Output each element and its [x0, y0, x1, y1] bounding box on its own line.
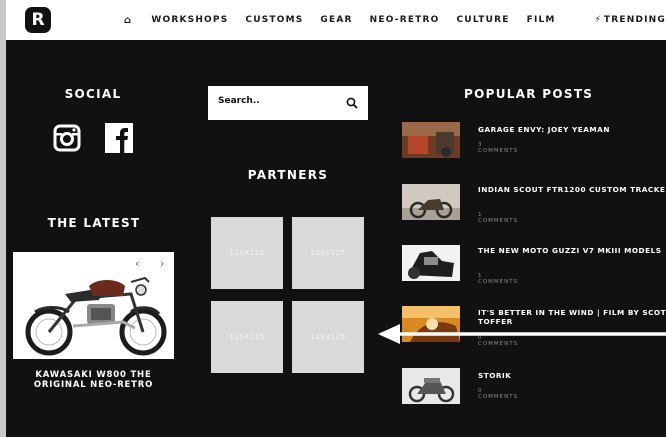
trending-label: TRENDING [603, 15, 666, 25]
latest-post-card[interactable]: ‹ › [13, 252, 174, 359]
popular-posts-heading: POPULAR POSTS [464, 87, 594, 101]
post-thumbnail [402, 245, 460, 281]
page-frame: R ⌂ WORKSHOPS CUSTOMS GEAR NEO-RETRO CUL… [6, 0, 666, 437]
lightning-icon: ⚡ [594, 15, 601, 25]
partner-ad-1[interactable]: 125X125 [211, 217, 283, 289]
search-icon[interactable] [346, 97, 358, 109]
slider-prev-arrow[interactable]: ‹ [135, 257, 139, 270]
nav-item-customs[interactable]: CUSTOMS [245, 15, 303, 25]
nav-item-workshops[interactable]: WORKSHOPS [151, 15, 228, 25]
post-comments: 0 COMMENTS [478, 388, 519, 400]
search-box [208, 86, 368, 120]
instagram-icon[interactable] [53, 124, 81, 152]
post-title[interactable]: GARAGE ENVY: JOEY YEAMAN [478, 125, 666, 134]
trending-link[interactable]: ⚡ TRENDING [595, 0, 666, 40]
main-menu: ⌂ WORKSHOPS CUSTOMS GEAR NEO-RETRO CULTU… [124, 0, 573, 40]
nav-item-culture[interactable]: CULTURE [457, 15, 510, 25]
nav-item-film[interactable]: FILM [527, 15, 556, 25]
nav-item-neo-retro[interactable]: NEO-RETRO [370, 15, 440, 25]
facebook-icon[interactable] [105, 123, 133, 153]
post-thumbnail [402, 122, 460, 158]
post-title[interactable]: THE NEW MOTO GUZZI V7 MKIII MODELS [478, 246, 666, 255]
social-heading: SOCIAL [64, 87, 122, 101]
latest-post-title[interactable]: KAWASAKI W800 THE ORIGINAL NEO-RETRO [13, 370, 174, 390]
top-navigation: R ⌂ WORKSHOPS CUSTOMS GEAR NEO-RETRO CUL… [6, 0, 666, 40]
pointer-arrow-icon [378, 324, 666, 344]
post-comments: 1 COMMENTS [478, 212, 519, 224]
partner-ad-4[interactable]: 125X125 [292, 301, 364, 373]
partner-ad-2[interactable]: 125X125 [292, 217, 364, 289]
nav-item-gear[interactable]: GEAR [320, 15, 352, 25]
post-comments: 3 COMMENTS [478, 142, 519, 154]
partners-heading: PARTNERS [247, 168, 329, 182]
latest-heading: THE LATEST [47, 216, 141, 230]
site-logo[interactable]: R [25, 7, 51, 33]
search-input[interactable] [218, 96, 338, 106]
motorcycle-image [25, 276, 167, 356]
partner-ad-3[interactable]: 125X125 [211, 301, 283, 373]
post-thumbnail [402, 184, 460, 220]
slider-next-arrow[interactable]: › [160, 257, 164, 270]
post-comments: 1 COMMENTS [478, 273, 519, 285]
post-title[interactable]: STORIK [478, 371, 666, 380]
post-title[interactable]: INDIAN SCOUT FTR1200 CUSTOM TRACKER [478, 185, 666, 194]
post-thumbnail [402, 368, 460, 404]
home-icon[interactable]: ⌂ [124, 15, 132, 26]
